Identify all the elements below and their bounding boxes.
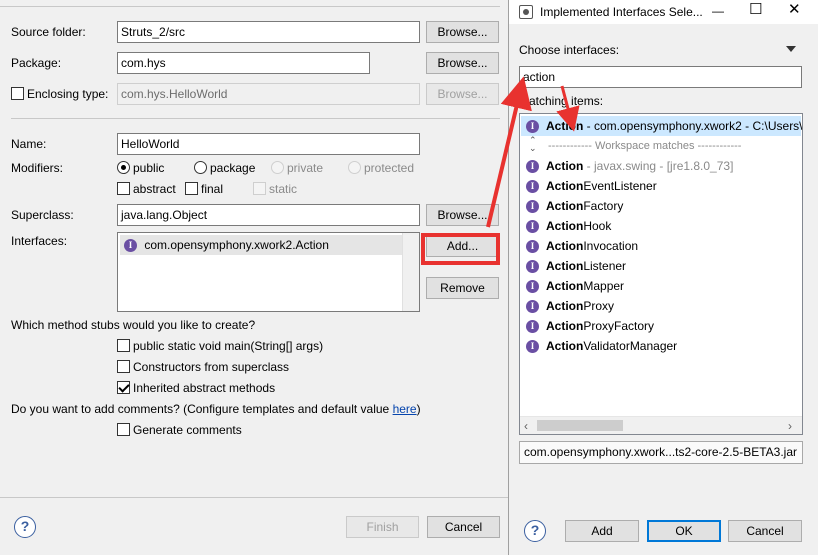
- annotation-arrow-to-result: [556, 85, 580, 132]
- annotation-arrow-to-search: [486, 76, 532, 228]
- annotation-arrow-overlay: [486, 76, 580, 228]
